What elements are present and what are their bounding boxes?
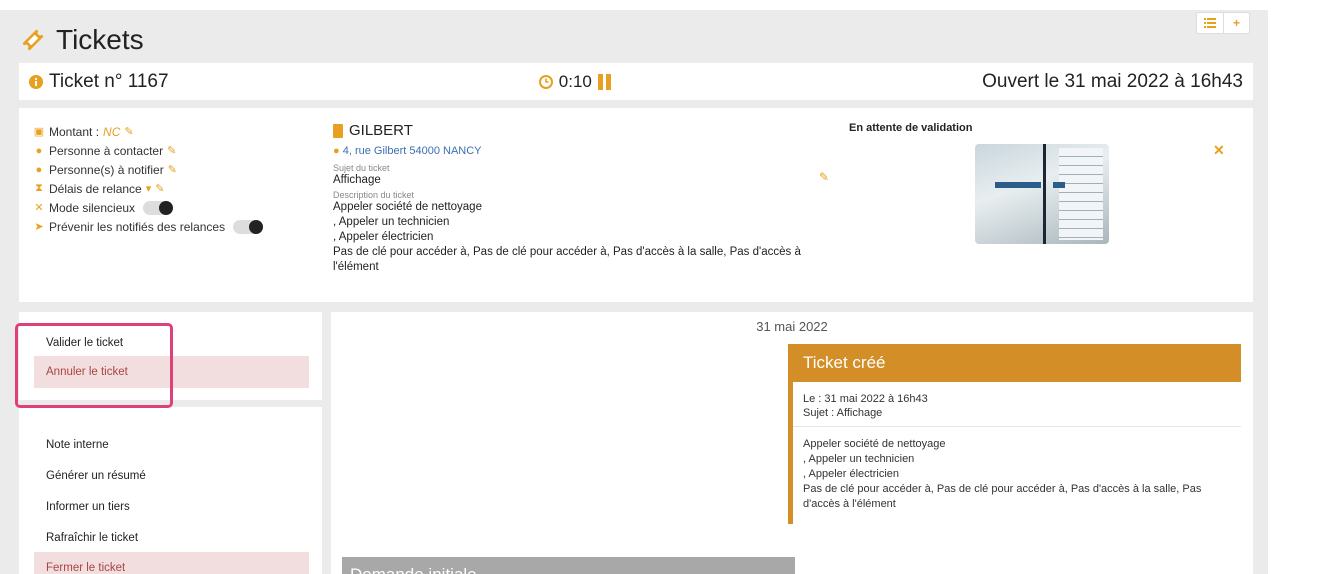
description-line: Pas de clé pour accéder à, Pas de clé po… [333, 246, 801, 258]
list-icon [1204, 18, 1216, 28]
add-button[interactable]: + [1223, 13, 1249, 33]
ticket-created-meta: Le : 31 mai 2022 à 16h43 Sujet : Afficha… [793, 382, 1241, 427]
page-title-text: Tickets [56, 24, 144, 55]
created-body-line: , Appeler électricien [803, 468, 899, 480]
pencil-icon[interactable]: ✎ [155, 182, 164, 195]
created-body-line: Pas de clé pour accéder à, Pas de clé po… [803, 483, 1202, 495]
description: Appeler société de nettoyage , Appeler u… [333, 200, 803, 275]
customer-name-row: GILBERT [333, 122, 803, 139]
created-date: Le : 31 mai 2022 à 16h43 [803, 393, 928, 405]
ticket-header: Ticket n° 1167 0:10 Ouvert le 31 mai 202… [19, 63, 1253, 100]
pencil-icon[interactable]: ✎ [168, 163, 177, 176]
created-body-line: d'accès à l'élément [803, 498, 896, 510]
description-line: Appeler société de nettoyage [333, 201, 482, 213]
montant-row: ▣ Montant : NC ✎ [33, 122, 263, 141]
hourglass-icon: ⧗ [35, 182, 43, 194]
ticket-timeline: 31 mai 2022 Ticket créé Le : 31 mai 2022… [331, 312, 1253, 574]
description-line: , Appeler un technicien [333, 216, 450, 228]
user-icon: ● [35, 144, 43, 157]
opened-date: Ouvert le 31 mai 2022 à 16h43 [982, 70, 1243, 92]
description-label: Description du ticket [333, 190, 415, 200]
status-label: En attente de validation [849, 122, 973, 134]
montant-value: NC [103, 124, 121, 139]
created-subject: Sujet : Affichage [803, 407, 883, 419]
customer-address[interactable]: ● 4, rue Gilbert 54000 NANCY [333, 145, 803, 157]
ticket-created-card: Ticket créé Le : 31 mai 2022 à 16h43 Suj… [788, 344, 1241, 524]
silent-label: Mode silencieux [49, 200, 136, 215]
image-highlight [1053, 182, 1065, 188]
address-text: 4, rue Gilbert 54000 NANCY [342, 145, 482, 157]
generate-summary-button[interactable]: Générer un résumé [34, 460, 309, 492]
warn-label: Prévenir les notifiés des relances [49, 219, 226, 234]
image-highlight [995, 182, 1041, 188]
subject-value: Affichage [333, 174, 381, 186]
building-icon [333, 123, 343, 138]
timeline-date: 31 mai 2022 [756, 319, 828, 334]
ticket-settings: ▣ Montant : NC ✎ ● Personne à contacter … [33, 122, 264, 236]
close-ticket-button[interactable]: Fermer le ticket [34, 552, 309, 574]
description-line: , Appeler électricien [333, 231, 434, 243]
secondary-actions: Note interne Générer un résumé Informer … [19, 407, 322, 574]
attachment-thumbnail[interactable] [975, 144, 1109, 244]
pause-icon[interactable] [597, 73, 612, 90]
caret-down-icon[interactable]: ▾ [146, 182, 152, 195]
notify-row: ● Personne(s) à notifier ✎ [33, 160, 263, 179]
close-icon[interactable]: ✕ [1213, 142, 1225, 159]
created-body-line: Appeler société de nettoyage [803, 438, 946, 450]
relance-label: Délais de relance [49, 181, 142, 196]
edit-description-pencil-icon[interactable]: ✎ [819, 170, 829, 184]
bell-slash-icon: ✕ [34, 202, 44, 214]
inform-third-party-button[interactable]: Informer un tiers [34, 491, 309, 523]
timer-value: 0:10 [558, 71, 592, 91]
silent-toggle[interactable] [143, 200, 174, 215]
ticket-created-title: Ticket créé [793, 344, 1241, 382]
ticket-info-card: ▣ Montant : NC ✎ ● Personne à contacter … [19, 108, 1253, 302]
customer-name: GILBERT [349, 122, 413, 139]
app-background: Tickets + Ticket n° 1167 0:10 Ouvert le … [0, 10, 1268, 574]
money-icon: ▣ [33, 126, 45, 138]
created-body-line: , Appeler un technicien [803, 453, 915, 465]
pencil-icon[interactable]: ✎ [167, 144, 176, 157]
initial-request-card[interactable]: Demande initiale [342, 557, 795, 574]
plus-icon: + [1232, 16, 1240, 30]
image-stripe [1043, 144, 1046, 244]
notify-label: Personne(s) à notifier [49, 162, 164, 177]
refresh-ticket-button[interactable]: Rafraîchir le ticket [34, 522, 309, 554]
ticket-created-body: Appeler société de nettoyage , Appeler u… [793, 427, 1241, 522]
silent-row: ✕ Mode silencieux [33, 198, 263, 217]
customer-info: GILBERT ● 4, rue Gilbert 54000 NANCY Suj… [333, 122, 803, 275]
relance-row: ⧗ Délais de relance ▾ ✎ [33, 179, 263, 198]
ticket-icon [22, 29, 44, 51]
internal-note-button[interactable]: Note interne [34, 429, 309, 461]
warn-toggle[interactable] [233, 219, 264, 234]
ticket-number: Ticket n° 1167 [49, 70, 169, 92]
page-title: Tickets [20, 24, 144, 56]
clock-icon [538, 74, 553, 89]
list-view-button[interactable] [1197, 13, 1223, 33]
pencil-icon[interactable]: ✎ [124, 125, 133, 138]
description-line: l'élément [333, 261, 379, 273]
info-icon [29, 74, 43, 89]
contact-label: Personne à contacter [49, 143, 164, 158]
timer[interactable]: 0:10 [538, 71, 612, 92]
top-actions: + [1196, 12, 1250, 34]
highlight-annotation [15, 323, 173, 408]
users-icon: ● [35, 163, 43, 176]
montant-label: Montant : [49, 124, 100, 139]
send-icon: ➤ [34, 221, 44, 233]
warn-row: ➤ Prévenir les notifiés des relances [33, 217, 264, 236]
subject-label: Sujet du ticket [333, 163, 390, 173]
calendar-image-detail [1059, 148, 1103, 240]
map-marker-icon: ● [333, 145, 340, 157]
contact-row: ● Personne à contacter ✎ [33, 141, 263, 160]
